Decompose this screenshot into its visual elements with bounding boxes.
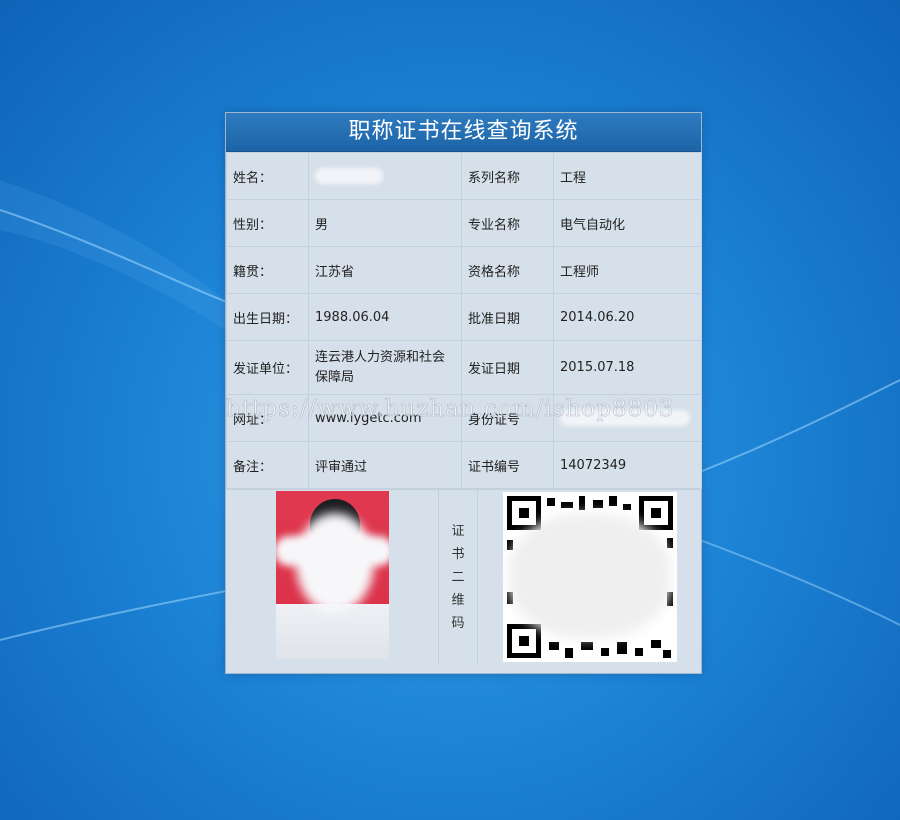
label-issuer: 发证单位：	[226, 340, 309, 395]
value-gender: 男	[308, 199, 462, 247]
qr-label-cell: 证书二维码	[439, 490, 478, 664]
qr-code-image	[502, 492, 677, 662]
table-row: 性别： 男 专业名称 电气自动化	[226, 199, 702, 247]
page-title: 职称证书在线查询系统	[226, 113, 701, 152]
label-issue-date: 发证日期	[461, 340, 554, 395]
value-birth-date: 1988.06.04	[308, 293, 462, 341]
label-native-place: 籍贯：	[226, 246, 309, 294]
value-approval-date: 2014.06.20	[553, 293, 702, 341]
value-name	[308, 152, 462, 200]
label-certificate-number: 证书编号	[461, 441, 554, 489]
label-name: 姓名：	[226, 152, 309, 200]
certificate-info-table: 姓名： 系列名称 工程 性别： 男 专业名称 电气自动化 籍贯： 江苏省 资格名…	[226, 152, 702, 489]
photo-qr-section: 证书二维码	[226, 489, 701, 664]
id-photo-image	[275, 491, 389, 659]
value-major: 电气自动化	[553, 199, 702, 247]
label-remark: 备注：	[226, 441, 309, 489]
certificate-panel: 职称证书在线查询系统 姓名： 系列名称 工程 性别： 男 专业名称 电气自动化 …	[225, 112, 702, 674]
qr-cell	[478, 490, 701, 664]
table-row: 籍贯： 江苏省 资格名称 工程师	[226, 246, 702, 294]
value-qualification: 工程师	[553, 246, 702, 294]
table-row: 备注： 评审通过 证书编号 14072349	[226, 441, 702, 489]
label-major: 专业名称	[461, 199, 554, 247]
value-certificate-number: 14072349	[553, 441, 702, 489]
label-qualification: 资格名称	[461, 246, 554, 294]
label-approval-date: 批准日期	[461, 293, 554, 341]
label-gender: 性别：	[226, 199, 309, 247]
table-row: 姓名： 系列名称 工程	[226, 152, 702, 200]
qr-label: 证书二维码	[451, 523, 465, 631]
value-issuer: 连云港人力资源和社会保障局	[308, 340, 462, 395]
value-remark: 评审通过	[308, 441, 462, 489]
table-row: 发证单位： 连云港人力资源和社会保障局 发证日期 2015.07.18	[226, 340, 702, 395]
photo-cell	[226, 490, 439, 664]
table-row: 出生日期： 1988.06.04 批准日期 2014.06.20	[226, 293, 702, 341]
label-series: 系列名称	[461, 152, 554, 200]
label-birth-date: 出生日期：	[226, 293, 309, 341]
watermark-text: https://www.huzhan.com/ishop8803	[226, 396, 675, 423]
value-series: 工程	[553, 152, 702, 200]
redacted-name	[315, 168, 383, 184]
value-native-place: 江苏省	[308, 246, 462, 294]
value-issue-date: 2015.07.18	[553, 340, 702, 395]
